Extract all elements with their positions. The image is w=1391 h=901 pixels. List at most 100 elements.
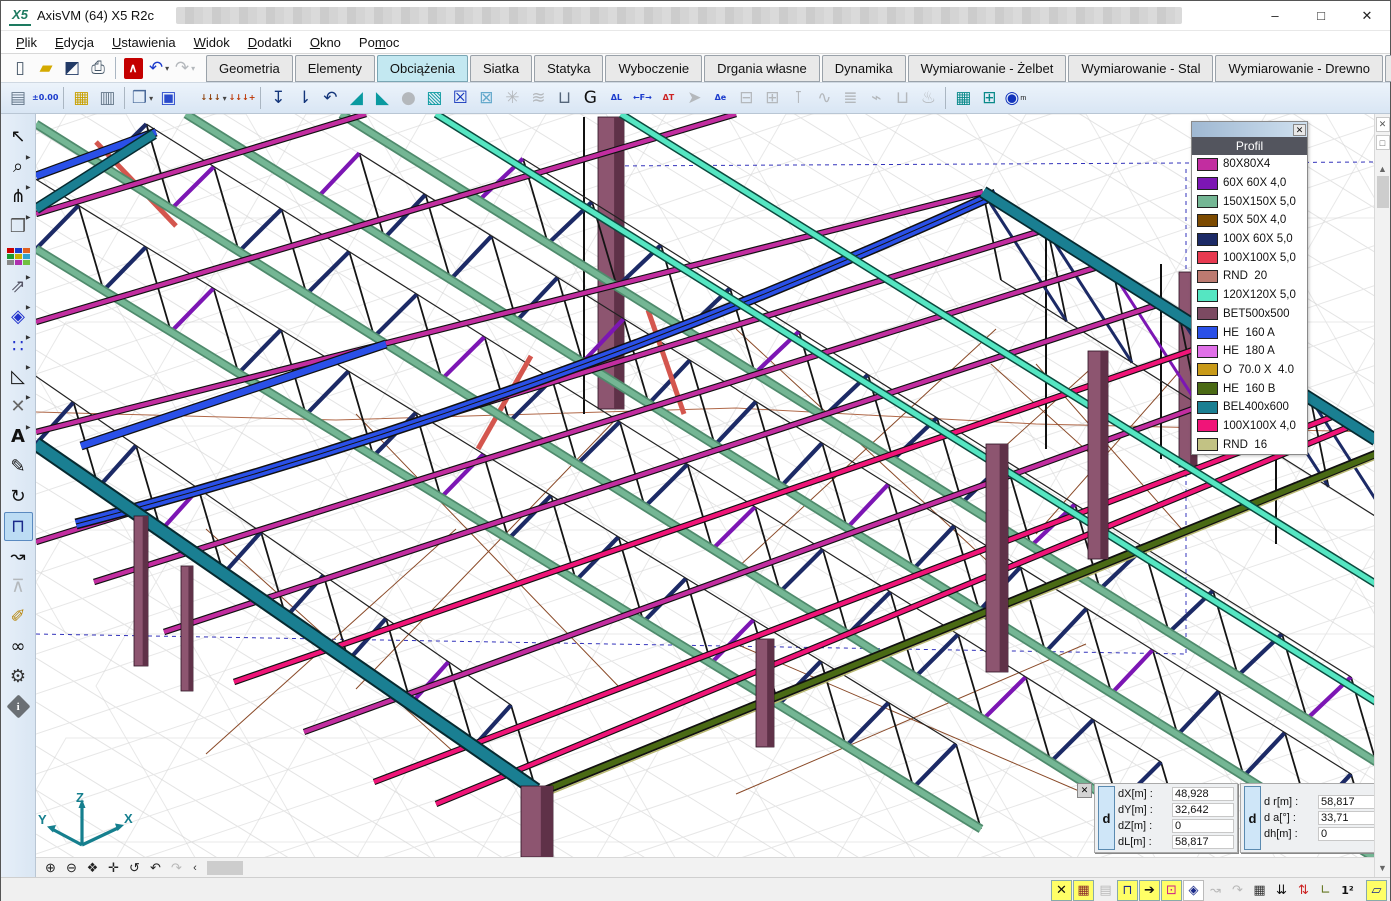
menu-okno[interactable]: Okno xyxy=(301,33,350,52)
member-display-icon[interactable]: ⊓ xyxy=(4,512,33,541)
legend-row[interactable]: 100X100X 4,0 xyxy=(1192,417,1307,436)
report-maker-icon[interactable]: ▥ xyxy=(94,86,120,111)
legend-row[interactable]: 60X 60X 4,0 xyxy=(1192,174,1307,193)
coordinate-value[interactable]: 58,817 xyxy=(1172,835,1234,849)
legend-close-icon[interactable]: ✕ xyxy=(1293,124,1306,136)
views-tool-icon[interactable]: ⋔▶ xyxy=(4,182,33,211)
moment-load-icon[interactable]: ↶ xyxy=(317,86,343,111)
coords-close-icon[interactable]: ✕ xyxy=(1077,783,1092,798)
geometry-tools-icon[interactable]: ◺▶ xyxy=(4,362,33,391)
coordinate-value[interactable]: 48,928 xyxy=(1172,787,1234,801)
legend-row[interactable]: HE 180 A xyxy=(1192,342,1307,361)
legend-row[interactable]: 100X100X 5,0 xyxy=(1192,248,1307,267)
length-change-icon[interactable]: ΔL xyxy=(603,86,629,111)
open-file-icon[interactable]: ▰ xyxy=(33,56,59,81)
legend-row[interactable]: 100X 60X 5,0 xyxy=(1192,230,1307,249)
legend-row[interactable]: 120X120X 5,0 xyxy=(1192,286,1307,305)
snap-grid-icon[interactable]: ▦ xyxy=(1073,880,1094,901)
selection-mode-icon[interactable]: ⊡ xyxy=(1161,880,1182,901)
tab-statyka[interactable]: Statyka xyxy=(534,55,603,82)
tension-force-icon[interactable]: ←F→ xyxy=(629,86,655,111)
tab-dynamika[interactable]: Dynamika xyxy=(822,55,906,82)
tab-siatka[interactable]: Siatka xyxy=(470,55,532,82)
fluid-load-icon[interactable]: ⊔ xyxy=(551,86,577,111)
pan-icon[interactable]: ✛ xyxy=(103,859,124,877)
legend-row[interactable]: BEL400x600 xyxy=(1192,398,1307,417)
tab-wyboczenie[interactable]: Wyboczenie xyxy=(605,55,702,82)
layers-icon[interactable]: ▤ xyxy=(5,86,31,111)
coordinate-value[interactable]: 32,642 xyxy=(1172,803,1234,817)
workplanes-icon[interactable]: ⊓ xyxy=(1117,880,1138,901)
scroll-left-icon[interactable]: ‹ xyxy=(187,862,203,874)
menu-dodatki[interactable]: Dodatki xyxy=(239,33,301,52)
renumber-tool-icon[interactable]: ↻ xyxy=(4,482,33,511)
rotate-view-icon[interactable]: ↺ xyxy=(124,859,145,877)
coordinate-value[interactable]: 0 xyxy=(1172,819,1234,833)
tab-wymiarowanie-drewno[interactable]: Wymiarowanie - Drewno xyxy=(1215,55,1382,82)
save-view-icon[interactable]: ▣ xyxy=(155,86,181,111)
tab-wymiarowanie-stal[interactable]: Wymiarowanie - Stal xyxy=(1068,55,1213,82)
tab-geometria[interactable]: Geometria xyxy=(206,55,293,82)
table-browser-icon[interactable]: ▦ xyxy=(68,86,94,111)
vertical-scrollbar[interactable]: ✕ □ ▲ ▼ xyxy=(1374,114,1390,877)
beam-point-load-icon[interactable]: ⇂ xyxy=(291,86,317,111)
mesh-generation-icon[interactable]: ▦ xyxy=(950,86,976,111)
path-tool-icon[interactable]: ↝ xyxy=(4,542,33,571)
structure-3d-view[interactable] xyxy=(36,114,1376,857)
drawing-library-icon[interactable]: ❒▾ xyxy=(129,86,155,111)
coordinate-value[interactable]: 58,817 xyxy=(1318,795,1380,809)
legend-row[interactable]: RND 16 xyxy=(1192,435,1307,454)
surface-load-icon[interactable]: ▧ xyxy=(421,86,447,111)
menu-pomoc[interactable]: Pomoc xyxy=(350,33,408,52)
coordinate-value[interactable]: 0 xyxy=(1318,827,1380,841)
legend-row[interactable]: HE 160 B xyxy=(1192,379,1307,398)
undo-icon[interactable]: ↶▾ xyxy=(146,56,172,81)
zoom-out-icon[interactable]: ⊖ xyxy=(61,859,82,877)
pdf-export-icon[interactable]: ∧ xyxy=(120,56,146,81)
viewport-restore-icon[interactable]: □ xyxy=(1376,135,1390,150)
highlight-tool-icon[interactable]: ✐ xyxy=(4,602,33,631)
maximize-button[interactable]: □ xyxy=(1298,1,1344,30)
minimize-button[interactable]: – xyxy=(1252,1,1298,30)
text-tool-icon[interactable]: A▶ xyxy=(4,422,33,451)
menu-widok[interactable]: Widok xyxy=(185,33,239,52)
hscroll-thumb[interactable] xyxy=(207,861,243,875)
tab-drgania-własne[interactable]: Drgania własne xyxy=(704,55,820,82)
delta-toggle-button[interactable]: d xyxy=(1098,786,1115,850)
exponent-format-icon[interactable]: 1² xyxy=(1337,880,1358,901)
parts-tool-icon[interactable]: ❒▶ xyxy=(4,212,33,241)
print-icon[interactable]: ⎙ xyxy=(85,56,111,81)
zoom-fit-icon[interactable]: ❖ xyxy=(82,859,103,877)
array-tool-icon[interactable]: ∷▶ xyxy=(4,332,33,361)
legend-row[interactable]: 50X 50X 4,0 xyxy=(1192,211,1307,230)
snap-intersection-icon[interactable]: ✕ xyxy=(1051,880,1072,901)
legend-row[interactable]: BET500x500 xyxy=(1192,305,1307,324)
legend-row[interactable]: O 70.0 X 4.0 xyxy=(1192,361,1307,380)
tab-wymiarowanie-mur[interactable]: Wymiarowanie - Mur xyxy=(1385,55,1391,82)
legend-row[interactable]: RND 20 xyxy=(1192,267,1307,286)
dimension-tool-icon[interactable]: ✕▶ xyxy=(4,392,33,421)
parts-display-icon[interactable]: ➔ xyxy=(1139,880,1160,901)
delta-toggle-button-2[interactable]: d xyxy=(1244,786,1261,850)
mesh-refine-icon[interactable]: ⊞ xyxy=(976,86,1002,111)
menu-plik[interactable]: Plik xyxy=(7,33,46,52)
load-cases-icon[interactable]: ↓↓↓▾ xyxy=(199,86,227,111)
display-options-icon[interactable]: ∞ xyxy=(4,632,33,661)
workplane-active-icon[interactable]: ▱ xyxy=(1366,880,1387,901)
self-weight-icon[interactable]: G xyxy=(577,86,603,111)
zoom-in-icon[interactable]: ⊕ xyxy=(40,859,61,877)
local-axes-icon[interactable]: ⇅ xyxy=(1293,880,1314,901)
legend-row[interactable]: 80X80X4 xyxy=(1192,155,1307,174)
legend-row[interactable]: 150X150X 5,0 xyxy=(1192,192,1307,211)
thermal-load-icon[interactable]: ΔT xyxy=(655,86,681,111)
menu-edycja[interactable]: Edycja xyxy=(46,33,103,52)
legend-row[interactable]: HE 160 A xyxy=(1192,323,1307,342)
nodal-load-icon[interactable]: ↧ xyxy=(265,86,291,111)
close-button[interactable]: ✕ xyxy=(1344,1,1390,30)
scroll-down-icon[interactable]: ▼ xyxy=(1378,863,1387,873)
color-coding-icon[interactable] xyxy=(4,242,33,271)
tab-wymiarowanie-żelbet[interactable]: Wymiarowanie - Żelbet xyxy=(908,55,1067,82)
level-marker-icon[interactable]: ±0.00 xyxy=(31,86,59,111)
surface-line-load-icon[interactable]: ◣ xyxy=(369,86,395,111)
nodal-mass-icon[interactable]: ◉m xyxy=(1002,86,1028,111)
